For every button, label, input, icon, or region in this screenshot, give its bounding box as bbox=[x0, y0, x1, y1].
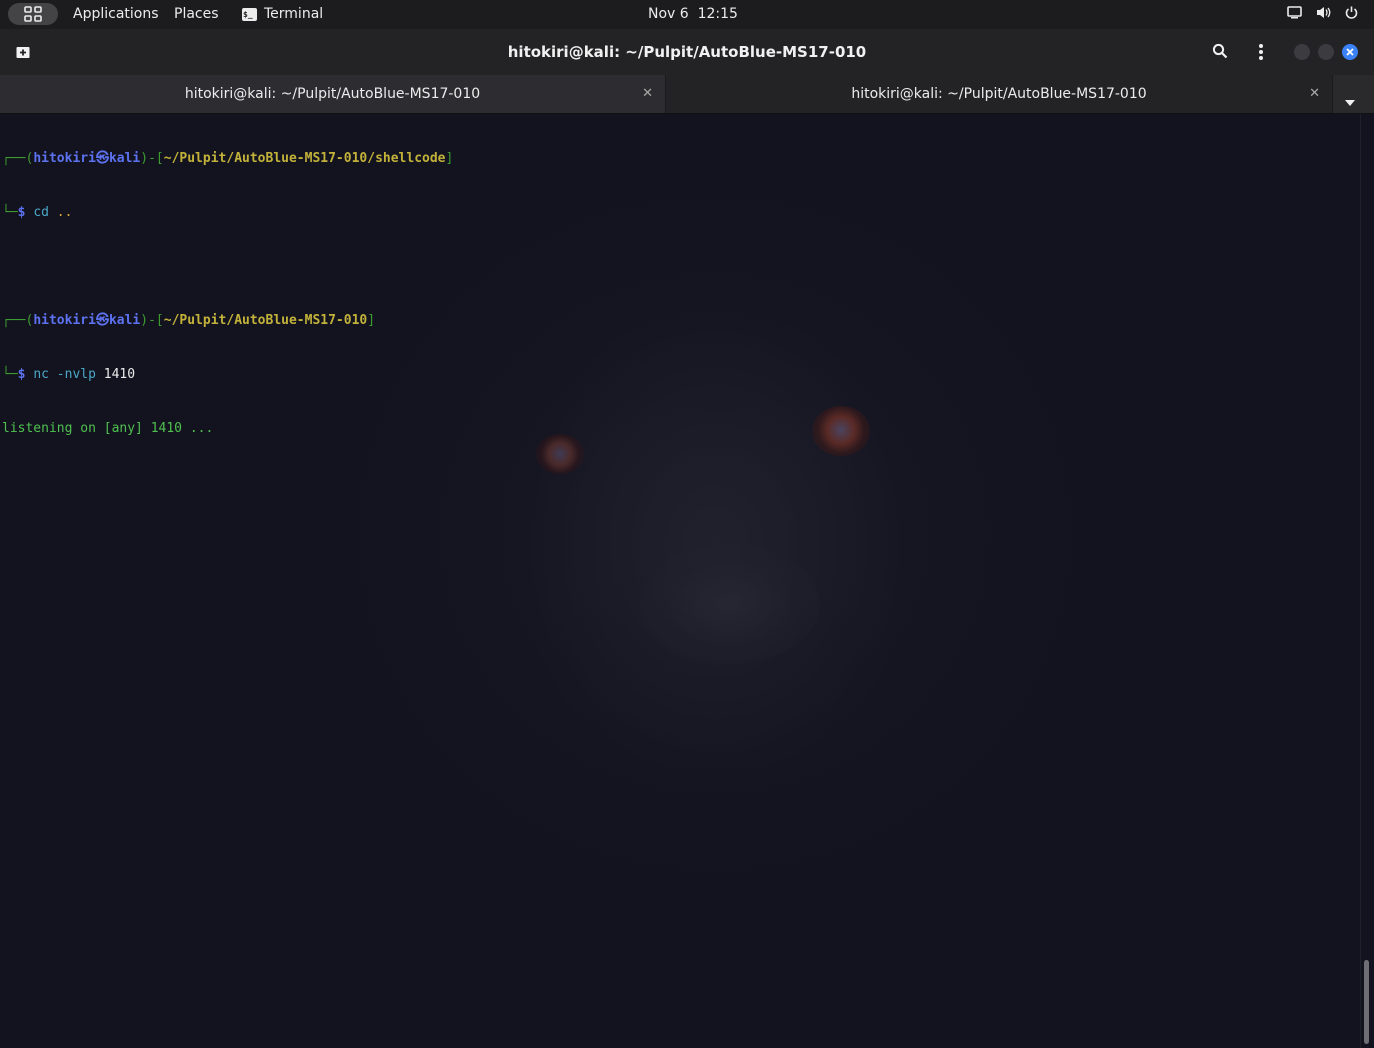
command-arg: -nvlp bbox=[56, 367, 96, 382]
terminal-app-menu[interactable]: Terminal bbox=[242, 6, 323, 23]
prompt-frame: )-[ bbox=[140, 313, 164, 328]
tab-label: hitokiri@kali: ~/Pulpit/AutoBlue-MS17-01… bbox=[184, 85, 481, 102]
prompt-user: hitokiri bbox=[33, 313, 96, 328]
command-arg: .. bbox=[56, 205, 73, 220]
scrollbar-thumb[interactable] bbox=[1364, 960, 1369, 1044]
terminal-app-label: Terminal bbox=[264, 6, 324, 22]
prompt-user: hitokiri bbox=[33, 151, 96, 166]
terminal-view[interactable]: ┌──(hitokiri㉿kali)-[~/Pulpit/AutoBlue-MS… bbox=[0, 114, 1360, 1048]
prompt-at-symbol: ㉿ bbox=[95, 151, 109, 166]
tabs-dropdown-button[interactable] bbox=[1345, 91, 1355, 110]
tab-label: hitokiri@kali: ~/Pulpit/AutoBlue-MS17-01… bbox=[851, 85, 1147, 102]
prompt-frame: ] bbox=[445, 151, 454, 166]
prompt-at-symbol: ㉿ bbox=[95, 313, 109, 328]
terminal-icon bbox=[242, 6, 257, 23]
search-button[interactable] bbox=[1212, 43, 1228, 63]
grid-icon bbox=[24, 6, 42, 22]
activities-button[interactable] bbox=[8, 3, 58, 25]
volume-icon[interactable] bbox=[1316, 6, 1331, 23]
terminal-output: ┌──(hitokiri㉿kali)-[~/Pulpit/AutoBlue-MS… bbox=[2, 114, 453, 474]
prompt-path: ~/Pulpit/AutoBlue-MS17-010 bbox=[163, 313, 368, 328]
top-bar: Applications Places Terminal Nov 6 12:15 bbox=[0, 0, 1374, 29]
prompt-line: ┌──(hitokiri㉿kali)-[~/Pulpit/AutoBlue-MS… bbox=[2, 312, 453, 330]
tab-close-icon[interactable]: ✕ bbox=[642, 86, 653, 101]
search-icon bbox=[1212, 43, 1228, 59]
prompt-dollar: $ bbox=[17, 367, 26, 382]
prompt-dollar: $ bbox=[17, 205, 26, 220]
clock[interactable]: Nov 6 12:15 bbox=[648, 6, 738, 23]
minimize-button[interactable] bbox=[1294, 44, 1310, 60]
command-line: └─$ cd .. bbox=[2, 204, 453, 222]
output-line: listening on [any] 1410 ... bbox=[2, 421, 214, 436]
prompt-frame: ] bbox=[367, 313, 376, 328]
command-name: cd bbox=[33, 205, 49, 220]
command-name: nc bbox=[33, 367, 49, 382]
chevron-down-icon bbox=[1345, 100, 1355, 106]
prompt-frame: └─ bbox=[2, 205, 18, 220]
wallpaper-dog-eye bbox=[812, 406, 870, 456]
terminal-scrollbar[interactable] bbox=[1360, 114, 1374, 1048]
prompt-frame: └─ bbox=[2, 367, 18, 382]
applications-menu[interactable]: Applications bbox=[73, 6, 159, 23]
terminal-header-bar: hitokiri@kali: ~/Pulpit/AutoBlue-MS17-01… bbox=[0, 29, 1374, 75]
wallpaper-dog-eye bbox=[536, 434, 584, 474]
prompt-host: kali bbox=[108, 151, 141, 166]
maximize-button[interactable] bbox=[1318, 44, 1334, 60]
prompt-frame: )-[ bbox=[140, 151, 164, 166]
close-button[interactable] bbox=[1342, 44, 1358, 60]
window-title: hitokiri@kali: ~/Pulpit/AutoBlue-MS17-01… bbox=[507, 43, 867, 61]
scrollbar-track bbox=[1360, 114, 1361, 1048]
close-icon bbox=[1346, 48, 1354, 56]
tab-1[interactable]: hitokiri@kali: ~/Pulpit/AutoBlue-MS17-01… bbox=[0, 75, 666, 113]
tab-close-icon[interactable]: ✕ bbox=[1309, 86, 1320, 101]
places-menu[interactable]: Places bbox=[174, 6, 219, 23]
prompt-frame: ┌──( bbox=[2, 313, 34, 328]
menu-button[interactable] bbox=[1258, 43, 1264, 65]
tab-2[interactable]: hitokiri@kali: ~/Pulpit/AutoBlue-MS17-01… bbox=[666, 75, 1333, 113]
wallpaper-dog-nose bbox=[640, 544, 820, 664]
prompt-host: kali bbox=[108, 313, 141, 328]
command-arg: 1410 bbox=[103, 367, 136, 382]
prompt-path: ~/Pulpit/AutoBlue-MS17-010/shellcode bbox=[163, 151, 446, 166]
power-icon[interactable] bbox=[1345, 6, 1358, 23]
tab-bar: hitokiri@kali: ~/Pulpit/AutoBlue-MS17-01… bbox=[0, 75, 1374, 114]
command-line: └─$ nc -nvlp 1410 bbox=[2, 366, 453, 384]
kebab-menu-icon bbox=[1259, 44, 1263, 60]
prompt-frame: ┌──( bbox=[2, 151, 34, 166]
prompt-line: ┌──(hitokiri㉿kali)-[~/Pulpit/AutoBlue-MS… bbox=[2, 150, 453, 168]
screen-icon[interactable] bbox=[1287, 6, 1302, 23]
system-tray[interactable] bbox=[1287, 6, 1358, 23]
